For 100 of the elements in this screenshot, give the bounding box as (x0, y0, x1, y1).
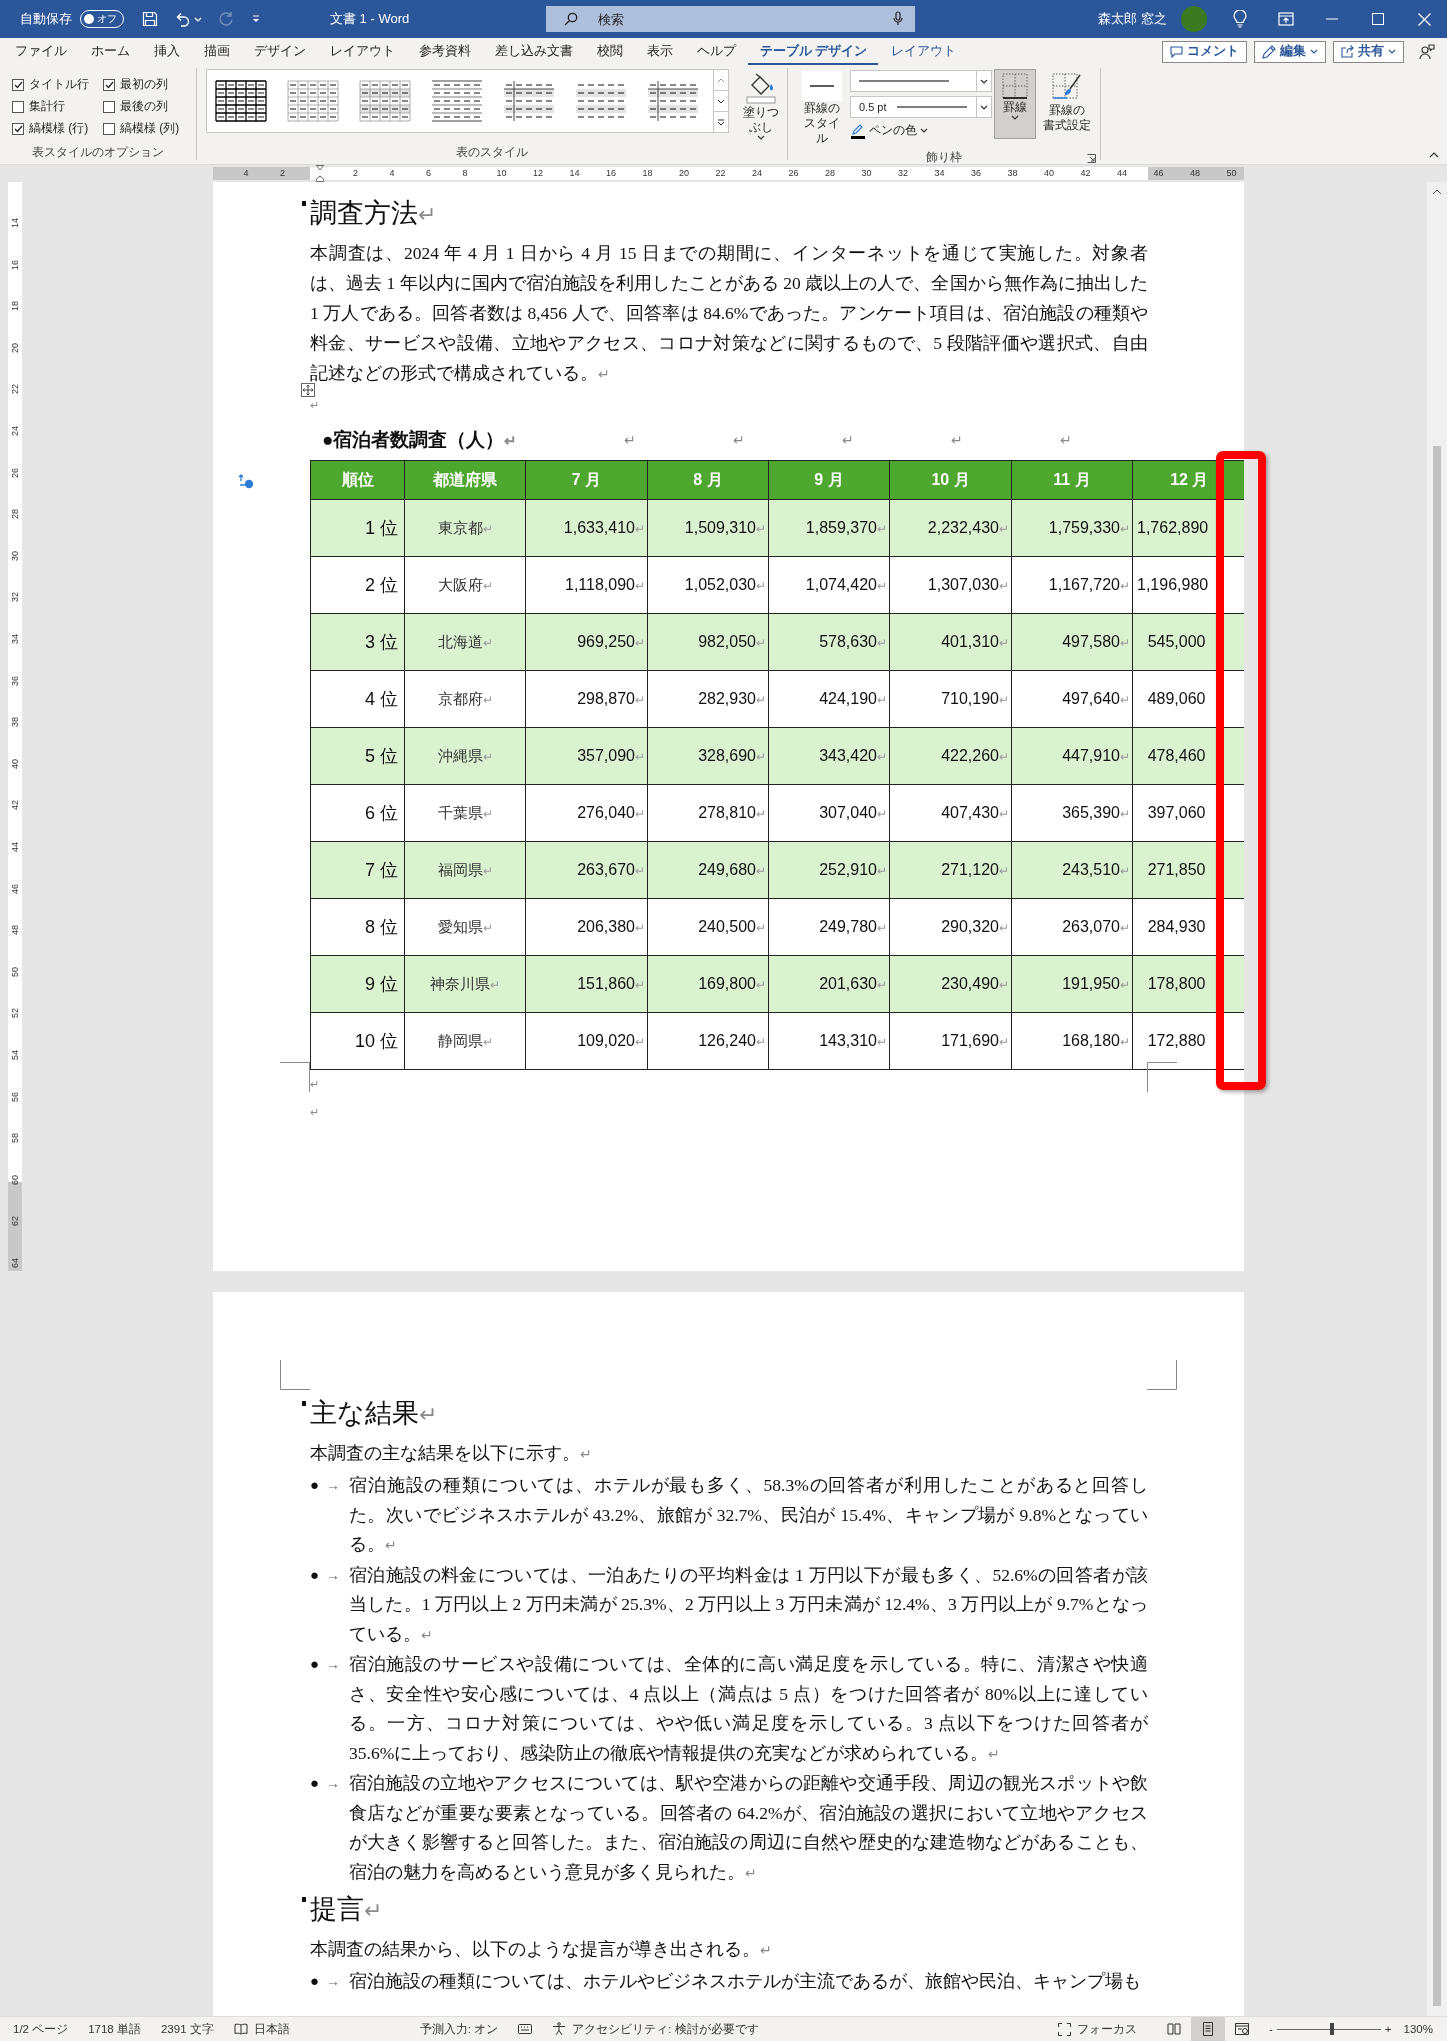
ribbon-tab[interactable]: ホーム (79, 38, 141, 65)
character-count[interactable]: 2391 文字 (160, 2021, 214, 2037)
book-icon[interactable] (233, 2023, 248, 2035)
microphone-icon[interactable] (893, 11, 903, 26)
line-style-dropdown[interactable] (850, 70, 992, 92)
accessibility-icon[interactable] (552, 2022, 567, 2036)
table-move-handle-icon[interactable] (301, 383, 315, 397)
edit-button[interactable]: 編集 (1254, 40, 1326, 63)
table-cell: 1,859,370↵ (768, 499, 890, 557)
ribbon-tab[interactable]: デザイン (242, 38, 317, 65)
search-field[interactable]: 検索 (546, 6, 915, 32)
save-icon[interactable] (142, 11, 158, 27)
list-item-text: 宿泊施設の料金については、一泊あたりの平均料金は 1 万円以下が最も多く、52.6%の回答者が該当した。1 万円以上 2 万円未満が 25.3%、2 万円以上 3 万円未満が 12.4%、3 万円以上が 9.7%となっている。↵ (349, 1563, 1148, 1646)
ruler-number: 54 (10, 1049, 20, 1062)
ribbon-tab[interactable]: 挿入 (142, 38, 191, 65)
more-icon[interactable] (717, 118, 725, 126)
indent-marker-icon[interactable] (316, 165, 324, 182)
ribbon-tab[interactable]: 差し込み文書 (483, 38, 584, 65)
table-cell: 328,690↵ (647, 727, 769, 785)
word-count[interactable]: 1718 単語 (88, 2021, 141, 2037)
pen-color-button[interactable]: ペンの色 (850, 122, 992, 139)
ribbon-tab[interactable]: 表示 (635, 38, 684, 65)
dialog-launcher-icon[interactable] (1087, 154, 1096, 163)
ruler-number: 14 (10, 217, 20, 230)
ribbon-tab[interactable]: 描画 (192, 38, 241, 65)
scroll-up-icon[interactable] (1432, 188, 1442, 196)
table-style-thumbnail[interactable] (429, 78, 485, 124)
table-cell: 京都府↵ (404, 670, 526, 728)
shading-button[interactable]: 塗りつぶし (735, 68, 787, 144)
checkbox[interactable] (103, 122, 115, 135)
table-cell: 282,930↵ (647, 670, 769, 728)
checkbox[interactable] (12, 122, 24, 135)
table-cell: 243,510↵ (1011, 841, 1133, 899)
ribbon-tab[interactable]: レイアウト (879, 38, 968, 65)
table-cell: 263,070↵ (1011, 898, 1133, 956)
ribbon-tab[interactable]: 校閲 (585, 38, 634, 65)
ruler-number: 36 (10, 674, 20, 688)
page-count[interactable]: 1/2 ページ (13, 2021, 69, 2037)
table-cell: 3 位 (310, 613, 405, 671)
checkbox[interactable] (12, 78, 24, 91)
predictive-input-status: 予測入力: オン (419, 2021, 499, 2037)
group-label: 飾り枠 (926, 148, 962, 166)
undo-icon[interactable] (174, 11, 191, 27)
ruler-number: 32 (898, 167, 908, 180)
border-styles-button[interactable]: 罫線の スタイル (796, 68, 848, 149)
table-style-thumbnail[interactable] (357, 78, 413, 124)
tab-mark: → (326, 1972, 341, 1991)
language-label[interactable]: 日本語 (253, 2021, 290, 2037)
ruler-number: 42 (1080, 167, 1091, 180)
tab-mark: → (326, 1565, 341, 1585)
caret-icon (757, 135, 765, 140)
zoom-in-button[interactable]: + (1384, 2023, 1392, 2035)
scrollbar[interactable] (1427, 182, 1447, 2016)
scroll-down-icon[interactable] (717, 98, 725, 104)
table-style-thumbnail[interactable] (501, 78, 557, 124)
collapse-ribbon-icon[interactable] (1429, 152, 1439, 158)
table-cell: 8 位 (310, 898, 405, 956)
layout-options-icon[interactable] (238, 473, 254, 489)
comment-button[interactable]: コメント (1162, 40, 1247, 63)
checkbox[interactable] (103, 100, 115, 113)
maximize-icon[interactable] (1372, 13, 1384, 25)
lightbulb-icon[interactable] (1233, 10, 1247, 28)
focus-button[interactable]: フォーカス (1077, 2021, 1137, 2037)
tab-mark: → (326, 1774, 341, 1793)
column-header: 12 月 (1132, 460, 1244, 500)
checkbox[interactable] (12, 100, 24, 113)
ribbon-tab[interactable]: ファイル (3, 38, 78, 65)
ruler-number: 46 (1153, 167, 1164, 180)
bullet-mark: ● (310, 1972, 321, 1991)
table-cell: 愛知県↵ (404, 898, 526, 956)
keyboard-icon[interactable] (518, 2023, 533, 2035)
line-weight-dropdown[interactable]: 0.5 pt (850, 96, 992, 118)
line-sample-icon (802, 71, 842, 101)
print-view-button[interactable] (1191, 2017, 1225, 2041)
close-icon[interactable] (1417, 12, 1431, 26)
table-style-thumbnail[interactable] (645, 78, 701, 124)
ribbon-tab[interactable]: レイアウト (318, 38, 406, 65)
checkbox[interactable] (103, 78, 115, 91)
customize-icon[interactable] (251, 14, 261, 24)
zoom-percentage[interactable]: 130% (1403, 2023, 1433, 2035)
border-painter-button[interactable]: 罫線の 書式設定 (1038, 68, 1096, 149)
table-cell: 191,950↵ (1011, 955, 1133, 1013)
ribbon-tab[interactable]: 参考資料 (407, 38, 482, 65)
table-style-thumbnail[interactable] (285, 78, 341, 124)
heading: 主な結果↵ (310, 1398, 437, 1428)
zoom-out-button[interactable]: - (1269, 2023, 1273, 2035)
table-cell: 2,232,430↵ (889, 499, 1012, 557)
borders-button[interactable]: 罫線 (994, 69, 1036, 139)
accessibility-status[interactable]: アクセシビリティ: 検討が必要です (572, 2021, 759, 2037)
share-button[interactable]: 共有 (1333, 40, 1404, 63)
scroll-up-icon[interactable] (717, 77, 725, 83)
group-label: 表のスタイル (456, 143, 528, 161)
table-cell: 168,180↵ (1011, 1012, 1133, 1070)
person-chat-icon[interactable] (1419, 43, 1435, 60)
ruler-number: 14 (569, 167, 580, 180)
ribbon-tab[interactable]: ヘルプ (685, 38, 747, 65)
focus-icon[interactable] (1058, 2022, 1071, 2036)
cell-mark: ↵ (624, 432, 637, 448)
ribbon-display-icon[interactable] (1278, 12, 1294, 26)
table-style-thumbnail[interactable] (213, 78, 269, 124)
